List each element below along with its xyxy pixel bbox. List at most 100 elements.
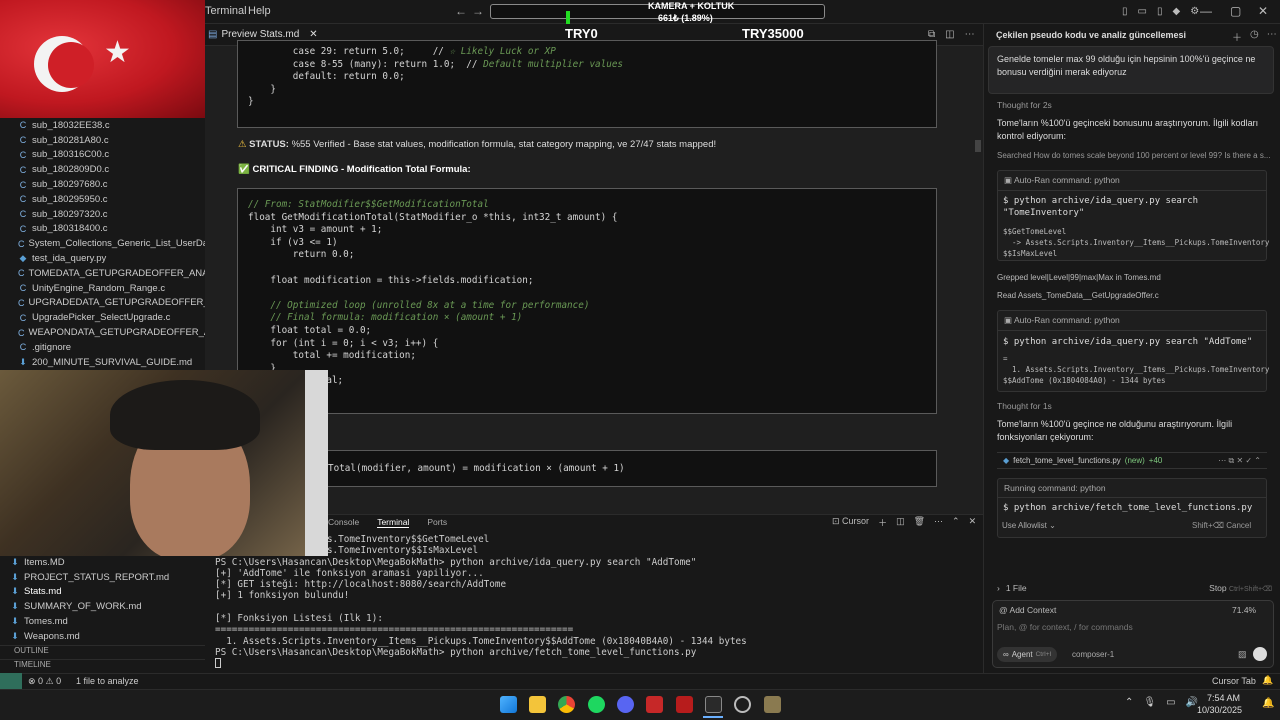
sidebar-file-item[interactable]: ⬇ PROJECT_STATUS_REPORT.md: [0, 570, 205, 585]
sidebar-file-item[interactable]: Csub_180295950.c: [18, 192, 205, 207]
sidebar-file-item[interactable]: ⬇ SUMMARY_OF_WORK.md: [0, 599, 205, 614]
allowlist-dropdown[interactable]: Use Allowlist ⌄: [1002, 521, 1056, 530]
sidebar-file-item[interactable]: Csub_1802809D0.c: [18, 162, 205, 177]
c-file-icon: C: [19, 164, 27, 175]
outline-section[interactable]: OUTLINE: [0, 645, 205, 658]
steam-icon[interactable]: [734, 696, 751, 713]
split-editor-icon[interactable]: ◫: [945, 29, 954, 40]
thought-2[interactable]: Thought for 1s: [997, 401, 1052, 411]
sidebar-file-item[interactable]: ⬇ Stats.md: [0, 585, 205, 600]
chat-input-placeholder[interactable]: Plan, @ for context, / for commands: [997, 622, 1133, 632]
files-changed-row[interactable]: › 1 File Stop Ctrl+Shift+⌫: [997, 580, 1272, 595]
code-line: // From: StatModifier$$GetModificationTo…: [248, 199, 489, 210]
markdown-file-icon: ⬇: [11, 630, 19, 641]
menu-terminal[interactable]: Terminal: [205, 5, 247, 17]
grepped-line[interactable]: Grepped level|Level|99|max|Max in Tomes.…: [997, 273, 1161, 282]
add-terminal-icon[interactable]: ＋: [878, 516, 887, 529]
sidebar-file-label: sub_180297680.c: [32, 179, 108, 191]
close-window-icon[interactable]: ✕: [1258, 4, 1268, 18]
network-icon[interactable]: ▭: [1166, 697, 1175, 708]
timeline-section[interactable]: TIMELINE: [0, 659, 205, 672]
windows-start-icon[interactable]: [500, 696, 517, 713]
file-chip[interactable]: ◆ fetch_tome_level_functions.py (new) +4…: [997, 452, 1267, 469]
more-icon[interactable]: ⋯: [934, 516, 943, 529]
notification-bell-icon[interactable]: 🔔: [1262, 698, 1274, 709]
more-actions-icon[interactable]: ⋯: [965, 29, 975, 40]
cancel-hint[interactable]: Shift+⌫ Cancel: [1192, 521, 1251, 530]
sidebar-file-item[interactable]: C UnityEngine_Random_Range.c: [18, 281, 205, 296]
problems-count[interactable]: ⊗ 0 ⚠ 0: [28, 676, 61, 687]
cursor-terminal-icon[interactable]: ⊡ Cursor: [832, 516, 869, 529]
sidebar-file-item[interactable]: CUPGRADEDATA_GETUPGRADEOFFER_ANAL...: [18, 296, 205, 311]
minimize-icon[interactable]: —: [1200, 4, 1212, 18]
sidebar-file-item[interactable]: CSystem_Collections_Generic_List_UserDat…: [18, 236, 205, 251]
close-panel-icon[interactable]: ✕: [969, 516, 977, 529]
forward-arrow-icon[interactable]: →: [472, 4, 484, 18]
history-icon[interactable]: ◷: [1250, 29, 1259, 44]
sidebar-file-item[interactable]: Csub_180281A80.c: [18, 133, 205, 148]
stop-generation-button[interactable]: [1253, 647, 1267, 661]
maximize-panel-icon[interactable]: ⌃: [952, 516, 960, 529]
toggle-secondary-icon[interactable]: ▯: [1157, 6, 1163, 17]
media-app-icon[interactable]: [646, 696, 663, 713]
split-terminal-icon[interactable]: ◫: [896, 516, 905, 529]
sidebar-file-item[interactable]: ⬇ Items.MD: [0, 555, 205, 570]
sidebar-file-item[interactable]: Csub_18032EE38.c: [18, 118, 205, 133]
chat-more-icon[interactable]: ⋯: [1267, 29, 1277, 44]
analyze-status[interactable]: 1 file to analyze: [76, 676, 139, 686]
chrome-icon[interactable]: [558, 696, 575, 713]
sidebar-file-item[interactable]: ⬇ Weapons.md: [0, 629, 205, 644]
sidebar-file-item[interactable]: Csub_180297320.c: [18, 207, 205, 222]
panel-tab-terminal[interactable]: Terminal: [377, 517, 410, 528]
searched-line[interactable]: Searched How do tomes scale beyond 100 p…: [997, 151, 1272, 160]
cursor-app-icon[interactable]: [705, 696, 722, 713]
tab-preview-stats[interactable]: ▤ Preview Stats.md ✕: [208, 29, 318, 40]
settings-gear-icon[interactable]: ⚙: [1190, 6, 1199, 17]
microphone-icon[interactable]: 🎙: [1143, 697, 1156, 708]
thought-1[interactable]: Thought for 2s: [997, 100, 1052, 110]
agent-mode-button[interactable]: ∞ Agent Ctrl+I: [997, 647, 1058, 662]
sidebar-file-item[interactable]: C UpgradePicker_SelectUpgrade.c: [18, 310, 205, 325]
remote-indicator-icon[interactable]: [0, 673, 22, 689]
spotify-icon[interactable]: [588, 696, 605, 713]
tab-close-icon[interactable]: ✕: [309, 29, 317, 40]
sidebar-file-item[interactable]: CTOMEDATA_GETUPGRADEOFFER_ANALYSIS...: [18, 266, 205, 281]
notifications-icon[interactable]: 🔔: [1262, 675, 1273, 686]
add-context-button[interactable]: @ Add Context: [999, 605, 1056, 615]
chevron-up-icon[interactable]: ⌃: [1125, 697, 1133, 708]
file-chip-actions-icon[interactable]: ⋯ ⧉ ✕ ✓ ⌃: [1218, 456, 1261, 466]
sidebar-file-item[interactable]: C .gitignore: [18, 340, 205, 355]
toggle-panel-icon[interactable]: ▭: [1138, 6, 1147, 17]
panel-tab-ports[interactable]: Ports: [427, 517, 447, 528]
panel-tab-console[interactable]: Console: [328, 517, 359, 528]
terminal-output[interactable]: ntory__Items__Pickups.TomeInventory$$Get…: [215, 534, 975, 670]
stop-button[interactable]: Stop Ctrl+Shift+⌫: [1209, 583, 1272, 593]
open-source-icon[interactable]: ⧉: [928, 29, 935, 40]
sidebar-file-item[interactable]: ⬇ 200_MINUTE_SURVIVAL_GUIDE.md: [18, 355, 205, 370]
new-chat-icon[interactable]: ＋: [1232, 29, 1242, 44]
menu-help[interactable]: Help: [248, 5, 271, 17]
clock-time[interactable]: 7:54 AM: [1207, 693, 1240, 703]
image-attach-icon[interactable]: ▨: [1238, 649, 1247, 660]
sidebar-file-item[interactable]: ⬇ Tomes.md: [0, 614, 205, 629]
sidebar-file-item[interactable]: Csub_180297680.c: [18, 177, 205, 192]
trash-icon[interactable]: 🗑: [914, 516, 925, 529]
editor-scrollbar[interactable]: [975, 140, 981, 152]
discord-icon[interactable]: [617, 696, 634, 713]
back-arrow-icon[interactable]: ←: [455, 4, 467, 18]
sidebar-file-item[interactable]: ◆ test_ida_query.py: [18, 251, 205, 266]
sidebar-file-item[interactable]: Csub_180318400.c: [18, 222, 205, 237]
user-message[interactable]: Genelde tomeler max 99 olduğu için hepsi…: [988, 46, 1274, 94]
sidebar-file-item[interactable]: CWEAPONDATA_GETUPGRADEOFFER_ANALY...: [18, 325, 205, 340]
cursor-tab-status[interactable]: Cursor Tab: [1212, 676, 1256, 686]
extensions-icon[interactable]: ◆: [1172, 6, 1180, 17]
sidebar-file-item[interactable]: Csub_180316C00.c: [18, 148, 205, 163]
model-selector[interactable]: composer-1: [1072, 650, 1114, 659]
file-explorer-icon[interactable]: [529, 696, 546, 713]
toggle-sidebar-icon[interactable]: ▯: [1122, 6, 1128, 17]
clock-date[interactable]: 10/30/2025: [1197, 705, 1242, 715]
obs-app-icon[interactable]: [676, 696, 693, 713]
maximize-icon[interactable]: ▢: [1230, 4, 1241, 18]
read-line[interactable]: Read Assets_TomeData__GetUpgradeOffer.c: [997, 291, 1159, 300]
game-icon[interactable]: [764, 696, 781, 713]
